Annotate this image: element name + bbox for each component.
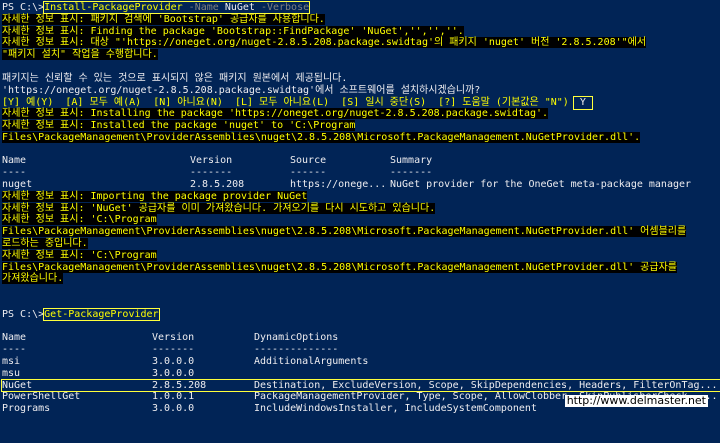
prompt-line-get: PS C:\>Get-PackageProvider xyxy=(2,307,720,321)
dash: ------- xyxy=(390,167,433,179)
dash: ------- xyxy=(190,167,233,179)
table2-header: Name Version DynamicOptions xyxy=(2,332,720,344)
answer-input[interactable]: Y xyxy=(572,96,593,111)
col-name: Name xyxy=(2,155,27,167)
cell-name: NuGet xyxy=(2,379,33,391)
dash: ------ xyxy=(290,167,327,179)
table-row: msi 3.0.0.0 AdditionalArguments xyxy=(2,356,720,368)
verbose-line: Files\PackageManagement\ProviderAssembli… xyxy=(2,261,677,273)
cell-name: Programs xyxy=(2,403,51,415)
watermark: http://www.delmaster.net xyxy=(564,394,708,408)
cell-options: Destination, ExcludeVersion, Scope, Skip… xyxy=(254,379,718,391)
prompt: PS C:\> xyxy=(2,308,45,320)
verbose-line: 자세한 정보 표시: 'C:\Program xyxy=(2,249,157,261)
col-name: Name xyxy=(2,332,27,344)
table1-row: nuget 2.8.5.208 https://onege... NuGet prov… xyxy=(2,179,720,191)
cell-name: msi xyxy=(2,355,21,367)
cell-version: 3.0.0.0 xyxy=(152,367,195,379)
trust-warning-line: 패키지는 신뢰할 수 있는 것으로 표시되지 않은 패키지 원본에서 제공됩니다… xyxy=(2,72,348,84)
verbose-line: 로드하는 중입니다. xyxy=(2,237,88,249)
prompt: PS C:\> xyxy=(2,2,45,13)
table1-dashes: ---- ------- ------ ------- xyxy=(2,167,720,179)
verbose-line: Files\PackageManagement\ProviderAssembli… xyxy=(2,131,641,143)
trust-question-line: 'https://oneget.org/nuget-2.8.5.208.pack… xyxy=(2,84,481,96)
get-command-highlight: Get-PackageProvider xyxy=(43,307,160,321)
install-command-highlight: Install-PackageProvider -Name NuGet -Ver… xyxy=(43,1,311,14)
cell-name: nuget xyxy=(2,178,33,190)
cell-name: msu xyxy=(2,367,21,379)
verbose-line: 자세한 정보 표시: 패키지 검색에 'Bootstrap' 공급자를 사용합니… xyxy=(2,13,325,25)
cell-version: 3.0.0.0 xyxy=(152,355,195,367)
col-source: Source xyxy=(290,155,327,167)
verbose-line: 자세한 정보 표시: Installing the package 'https… xyxy=(2,108,549,120)
cell-summary: NuGet provider for the OneGet meta-packa… xyxy=(390,178,692,190)
cell-options: IncludeWindowsInstaller, IncludeSystemCo… xyxy=(254,403,537,415)
col-version: Version xyxy=(190,155,233,167)
cell-name: PowerShellGet xyxy=(2,391,81,403)
col-version: Version xyxy=(152,332,195,344)
verbose-line: 자세한 정보 표시: Installed the package 'nuget'… xyxy=(2,119,356,131)
table2-dashes: ---- ------- -------------- xyxy=(2,344,720,356)
table1-header: Name Version Source Summary xyxy=(2,155,720,167)
table-row-nuget-highlight: NuGet 2.8.5.208 Destination, ExcludeVersio… xyxy=(1,378,720,393)
cell-source: https://onege... xyxy=(290,178,387,190)
choices-text: [Y] 예(Y) [A] 모두 예(A) [N] 아니요(N) [L] 모두 아… xyxy=(2,97,569,109)
verbose-line: 자세한 정보 표시: 'C:\Program xyxy=(2,214,157,226)
verbose-line: "패키지 설치" 작업을 수행합니다. xyxy=(2,49,158,61)
verbose-line: 자세한 정보 표시: 대상 "'https://oneget.org/nuget… xyxy=(2,37,647,49)
verbose-line: 자세한 정보 표시: Importing the package provide… xyxy=(2,190,308,202)
dash: ---- xyxy=(2,344,27,356)
table-row: msu 3.0.0.0 xyxy=(2,368,720,380)
dash: ------- xyxy=(152,344,195,356)
param-value-nuget: NuGet xyxy=(224,2,255,13)
verbose-line: 자세한 정보 표시: Finding the package 'Bootstra… xyxy=(2,25,464,37)
cell-version: 1.0.0.1 xyxy=(152,391,195,403)
cell-options: AdditionalArguments xyxy=(254,355,369,367)
prompt-line-install: PS C:\>Install-PackageProvider -Name NuG… xyxy=(2,1,720,14)
param-verbose: -Verbose xyxy=(260,2,310,13)
verbose-line: 가져왔습니다. xyxy=(2,273,64,285)
cell-version: 2.8.5.208 xyxy=(190,178,245,190)
verbose-line: Files\PackageManagement\ProviderAssembli… xyxy=(2,226,687,238)
dash: -------------- xyxy=(254,344,339,356)
col-summary: Summary xyxy=(390,155,433,167)
verbose-line: 자세한 정보 표시: 'NuGet' 공급자를 이미 가져왔습니다. 가져오기를… xyxy=(2,202,436,214)
choices-line: [Y] 예(Y) [A] 모두 예(A) [N] 아니요(N) [L] 모두 아… xyxy=(2,96,720,111)
cell-version: 2.8.5.208 xyxy=(152,379,207,391)
col-dynamic-options: DynamicOptions xyxy=(254,332,339,344)
cmdlet-install: Install-PackageProvider xyxy=(44,2,183,13)
dash: ---- xyxy=(2,167,27,179)
param-name: -Name xyxy=(188,2,219,13)
powershell-console[interactable]: PS C:\>Install-PackageProvider -Name NuG… xyxy=(0,0,720,443)
cell-version: 3.0.0.0 xyxy=(152,403,195,415)
